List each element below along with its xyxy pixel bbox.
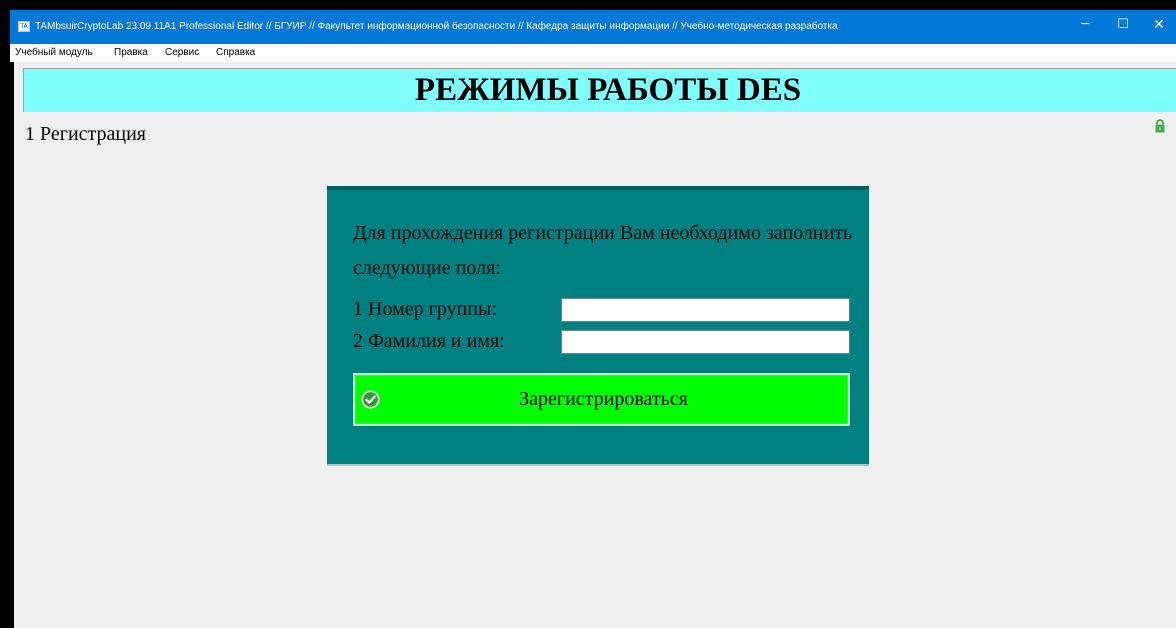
page-title: РЕЖИМЫ РАБОТЫ DES [414, 72, 802, 108]
menu-item-edit[interactable]: Правка [114, 46, 148, 59]
menu-item-help[interactable]: Справка [216, 46, 255, 59]
title-bar[interactable]: TA TAMbsuirCryptoLab 23.09.11A1 Professi… [10, 10, 1176, 44]
group-number-label: 1 Номер группы: [353, 298, 497, 320]
close-button[interactable]: ✕ [1141, 10, 1176, 42]
app-icon: TA [18, 21, 30, 32]
left-border [10, 62, 14, 628]
header-banner: РЕЖИМЫ РАБОТЫ DES [23, 68, 1176, 112]
app-window: TA TAMbsuirCryptoLab 23.09.11A1 Professi… [10, 10, 1176, 628]
section-title: 1 Регистрация [25, 123, 146, 145]
registration-instructions: Для прохождения регистрации Вам необходи… [353, 222, 853, 279]
group-number-input[interactable] [561, 298, 850, 322]
register-button-label: Зарегистрироваться [519, 388, 688, 410]
menu-bar: Учебный модуль Правка Сервис Справка [10, 44, 1176, 62]
full-name-label: 2 Фамилия и имя: [353, 330, 505, 352]
window-title: TAMbsuirCryptoLab 23.09.11A1 Professiona… [35, 21, 838, 32]
registration-panel: Для прохождения регистрации Вам необходи… [327, 186, 869, 466]
lock-icon [1155, 119, 1165, 133]
menu-item-service[interactable]: Сервис [165, 46, 199, 59]
maximize-button[interactable]: ☐ [1105, 10, 1141, 42]
menu-item-training-module[interactable]: Учебный модуль [15, 46, 93, 59]
minimize-button[interactable]: ─ [1067, 10, 1103, 42]
full-name-input[interactable] [561, 330, 850, 354]
screen-frame: TA TAMbsuirCryptoLab 23.09.11A1 Professi… [0, 0, 1176, 628]
register-button[interactable]: Зарегистрироваться [353, 373, 850, 426]
